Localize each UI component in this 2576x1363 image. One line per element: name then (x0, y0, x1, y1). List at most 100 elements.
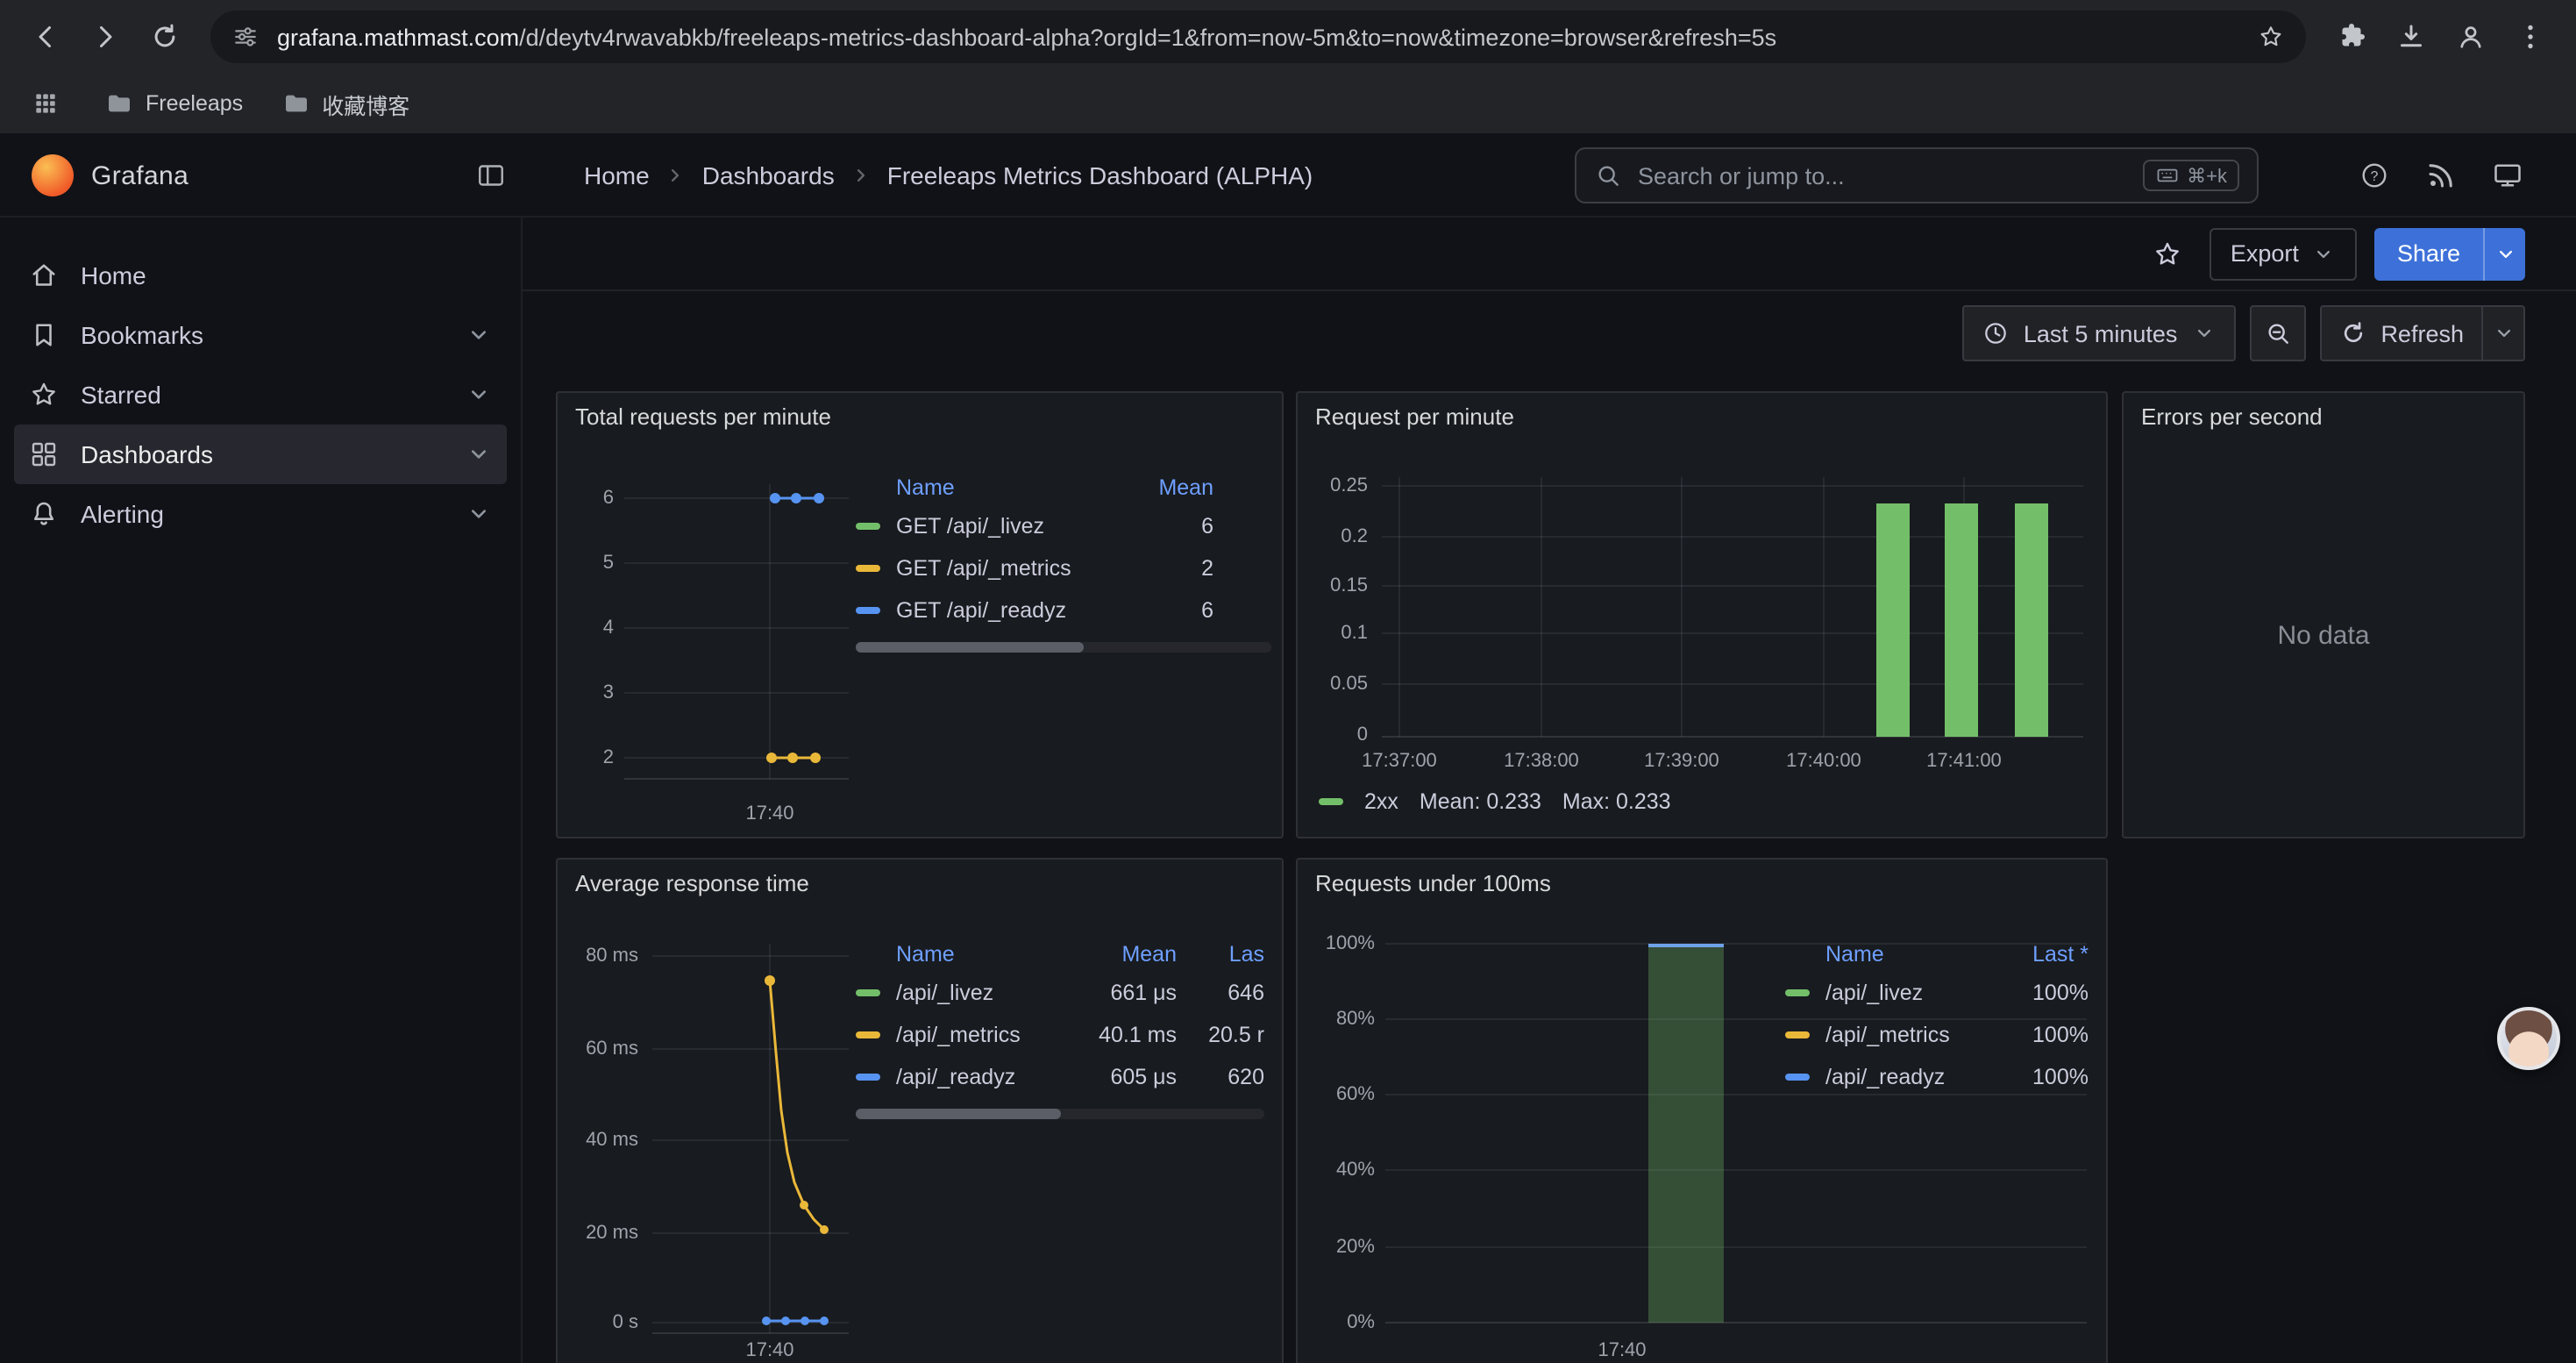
bell-icon (28, 498, 60, 530)
sidebar-item-label: Starred (81, 381, 161, 409)
series-name[interactable]: GET /api/_metrics (896, 556, 1126, 581)
legend-row[interactable]: /api/_livez 100% (1785, 972, 2089, 1014)
series-swatch (856, 989, 880, 996)
chevron-down-icon[interactable] (465, 321, 493, 349)
bookmark-item-blog[interactable]: 收藏博客 (281, 87, 409, 120)
y-tick: 60% (1301, 1081, 1375, 1109)
forward-button[interactable] (77, 9, 133, 65)
sidebar-item-home[interactable]: Home (14, 246, 507, 305)
puzzle-icon (2336, 21, 2367, 53)
legend-row[interactable]: /api/_readyz 605 μs 620 (856, 1056, 1264, 1098)
sidebar-item-starred[interactable]: Starred (14, 365, 507, 425)
breadcrumb-dashboards[interactable]: Dashboards (702, 161, 835, 189)
reload-button[interactable] (137, 9, 193, 65)
series-name[interactable]: 2xx (1364, 789, 1398, 814)
site-info-icon[interactable] (231, 23, 260, 51)
reload-icon (149, 21, 181, 53)
navbar-actions (2348, 133, 2548, 218)
legend-row[interactable]: GET /api/_livez 6 (856, 505, 1271, 547)
kebab-icon (2515, 21, 2546, 53)
legend-row[interactable]: /api/_metrics 40.1 ms 20.5 r (856, 1014, 1264, 1056)
star-icon (28, 379, 60, 410)
keyboard-icon (2155, 163, 2180, 188)
help-button[interactable] (2348, 149, 2401, 202)
sidebar-item-alerting[interactable]: Alerting (14, 484, 507, 544)
apps-shortcut-button[interactable] (25, 82, 67, 125)
bar-chart (1298, 860, 2110, 1363)
legend-table: Name Last * /api/_livez 100% /api/_metri… (1785, 937, 2089, 1098)
share-button[interactable]: Share (2374, 227, 2483, 280)
series-name[interactable]: /api/_metrics (1825, 1023, 1994, 1047)
url-bar[interactable]: grafana.mathmast.com/d/deytv4rwavabkb/fr… (210, 11, 2306, 63)
legend-header-name[interactable]: Name (896, 475, 1126, 500)
series-last: 100% (1994, 981, 2089, 1005)
star-icon (2257, 23, 2285, 51)
y-tick: 0.2 (1301, 523, 1368, 551)
x-tick: 17:41:00 (1908, 747, 2020, 775)
legend-header-row: Name Mean (856, 470, 1271, 505)
refresh-label: Refresh (2380, 320, 2464, 346)
legend-header-row: Name Last * (1785, 937, 2089, 972)
sidebar-item-bookmarks[interactable]: Bookmarks (14, 305, 507, 365)
series-name[interactable]: /api/_metrics (896, 1023, 1068, 1047)
legend-header-mean[interactable]: Mean (1126, 475, 1213, 500)
news-button[interactable] (2415, 149, 2467, 202)
share-dropdown-button[interactable] (2483, 227, 2525, 280)
chevron-down-icon[interactable] (465, 500, 493, 528)
breadcrumb-home[interactable]: Home (584, 161, 650, 189)
legend-row[interactable]: GET /api/_readyz 6 (856, 589, 1271, 632)
kiosk-mode-button[interactable] (2481, 149, 2534, 202)
bookmark-star-button[interactable] (2257, 23, 2285, 51)
series-last: 100% (1994, 1065, 2089, 1089)
chevron-down-icon (2311, 241, 2336, 266)
brand[interactable]: Grafana (32, 133, 189, 218)
search-input[interactable]: Search or jump to... ⌘+k (1575, 147, 2259, 203)
legend-header-mean[interactable]: Mean (1068, 942, 1177, 967)
bookmark-label: Freeleaps (146, 91, 243, 116)
export-button[interactable]: Export (2210, 227, 2357, 280)
series-name[interactable]: /api/_readyz (896, 1065, 1068, 1089)
zoom-out-button[interactable] (2249, 305, 2305, 361)
folder-icon (105, 89, 133, 118)
x-tick: 17:40 (721, 800, 819, 828)
legend-row[interactable]: /api/_metrics 100% (1785, 1014, 2089, 1056)
back-button[interactable] (18, 9, 74, 65)
extensions-button[interactable] (2323, 9, 2380, 65)
legend-row[interactable]: /api/_readyz 100% (1785, 1056, 2089, 1098)
browser-toolbar: grafana.mathmast.com/d/deytv4rwavabkb/fr… (0, 0, 2576, 74)
legend-header-name[interactable]: Name (896, 942, 1068, 967)
refresh-interval-dropdown[interactable] (2481, 307, 2523, 360)
legend-header-name[interactable]: Name (1825, 942, 1994, 967)
series-name[interactable]: GET /api/_readyz (896, 598, 1126, 623)
chevron-down-icon (2493, 241, 2517, 266)
series-swatch (856, 565, 880, 572)
legend-scrollbar[interactable] (856, 642, 1271, 653)
scrollbar-thumb[interactable] (856, 1109, 1060, 1119)
url-text[interactable]: grafana.mathmast.com/d/deytv4rwavabkb/fr… (277, 24, 2239, 50)
chevron-down-icon[interactable] (465, 381, 493, 409)
series-name[interactable]: GET /api/_livez (896, 514, 1126, 539)
panel-title[interactable]: Errors per second (2141, 403, 2323, 430)
browser-menu-button[interactable] (2502, 9, 2558, 65)
floating-assistant-avatar[interactable] (2497, 1007, 2560, 1070)
chevron-down-icon[interactable] (465, 440, 493, 468)
series-name[interactable]: /api/_livez (1825, 981, 1994, 1005)
legend-row[interactable]: GET /api/_metrics 2 (856, 547, 1271, 589)
legend-header-last[interactable]: Las (1177, 942, 1264, 967)
legend-scrollbar[interactable] (856, 1109, 1264, 1119)
series-name[interactable]: /api/_livez (896, 981, 1068, 1005)
dashboard-subheader: Export Share (523, 218, 2576, 291)
time-range-picker[interactable]: Last 5 minutes (1962, 305, 2236, 361)
sidebar-item-dashboards[interactable]: Dashboards (14, 425, 507, 484)
series-mean: 661 μs (1068, 981, 1177, 1005)
downloads-button[interactable] (2383, 9, 2439, 65)
profile-button[interactable] (2443, 9, 2499, 65)
scrollbar-thumb[interactable] (856, 642, 1085, 653)
legend-row[interactable]: /api/_livez 661 μs 646 (856, 972, 1264, 1014)
favorite-dashboard-button[interactable] (2143, 229, 2192, 278)
refresh-button[interactable]: Refresh (2321, 307, 2481, 360)
bookmark-item-freeleaps[interactable]: Freeleaps (105, 89, 243, 118)
legend-header-last[interactable]: Last * (1994, 942, 2089, 967)
series-name[interactable]: /api/_readyz (1825, 1065, 1994, 1089)
collapse-menu-button[interactable] (466, 151, 516, 200)
